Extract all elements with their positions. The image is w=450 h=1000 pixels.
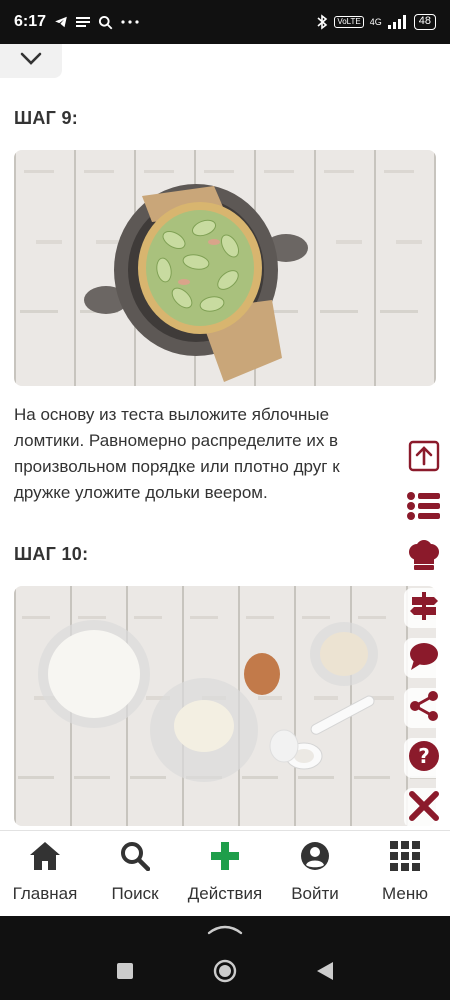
search-icon — [120, 841, 151, 876]
nav-search-label: Поиск — [111, 884, 159, 903]
chef-hat-icon — [407, 539, 441, 577]
share-button[interactable] — [404, 688, 444, 728]
gesture-chevron-icon[interactable] — [207, 922, 243, 940]
help-button[interactable]: ? — [404, 738, 444, 778]
more-dots-icon — [121, 20, 139, 24]
step-10-photo[interactable] — [14, 586, 436, 826]
share-icon — [408, 690, 440, 727]
svg-text:?: ? — [418, 744, 430, 768]
grid-icon — [390, 841, 420, 876]
bluetooth-icon — [316, 14, 328, 30]
close-toolbar-button[interactable] — [404, 788, 444, 828]
network-type: 4G — [369, 17, 382, 27]
recipe-steps: ШАГ 9: На основу из теста выложите яблоч… — [0, 44, 450, 830]
close-icon — [408, 790, 440, 827]
step-description: На основу из теста выложите яблочные лом… — [14, 405, 340, 502]
signpost-icon — [408, 590, 440, 627]
status-time: 6:17 — [14, 13, 47, 30]
arrow-up-box-icon — [408, 440, 440, 477]
nav-menu[interactable]: Меню — [360, 831, 450, 916]
system-navigation-bar — [0, 916, 450, 1000]
chevron-down-icon — [20, 52, 42, 71]
comments-button[interactable] — [404, 638, 444, 678]
nav-actions-label: Действия — [187, 884, 263, 903]
menu-lines-icon — [76, 16, 91, 28]
cook-mode-button[interactable] — [404, 538, 444, 578]
step-9-photo[interactable] — [14, 150, 436, 386]
side-toolbar: ? — [404, 438, 444, 838]
nav-login-label: Войти — [291, 884, 339, 903]
bottom-navigation: Главная Поиск Действия Войти Меню — [0, 830, 450, 916]
nav-home[interactable]: Главная — [0, 831, 90, 916]
steps-nav-button[interactable] — [404, 588, 444, 628]
step-title: ШАГ 9: — [14, 108, 79, 128]
nav-actions[interactable]: Действия — [180, 831, 270, 916]
volte-badge: VoLTE — [334, 16, 364, 28]
recents-icon[interactable] — [116, 962, 134, 985]
comment-icon — [408, 640, 440, 677]
help-icon: ? — [408, 740, 440, 777]
signal-icon — [387, 15, 408, 29]
nav-home-label: Главная — [12, 884, 78, 903]
collapse-header-button[interactable] — [0, 44, 62, 78]
search-status-icon — [98, 15, 113, 30]
step-title: ШАГ 10: — [14, 544, 89, 564]
plus-icon — [210, 841, 240, 876]
ingredients-list-button[interactable] — [404, 488, 444, 528]
nav-login[interactable]: Войти — [270, 831, 360, 916]
scroll-top-button[interactable] — [404, 438, 444, 478]
user-circle-icon — [300, 841, 330, 876]
back-icon[interactable] — [316, 961, 334, 986]
telegram-icon — [54, 15, 68, 29]
status-bar: 6:17 VoLTE 4G 48 — [0, 0, 450, 44]
nav-search[interactable]: Поиск — [90, 831, 180, 916]
list-icon — [407, 491, 441, 526]
battery-level: 48 — [413, 14, 436, 30]
home-icon — [29, 841, 61, 876]
home-system-icon[interactable] — [213, 959, 237, 988]
nav-menu-label: Меню — [382, 884, 428, 903]
